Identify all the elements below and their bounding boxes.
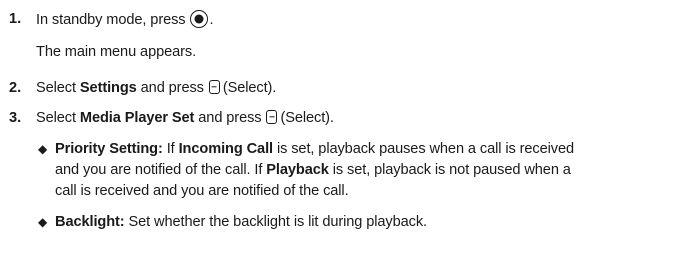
step-2-text: Select Settings and press (Select). bbox=[36, 79, 276, 97]
priority-setting-line-3: call is received and you are notified of… bbox=[55, 182, 349, 200]
bullet-diamond-icon: ◆ bbox=[38, 215, 48, 229]
step-1-text: In standby mode, press . bbox=[36, 10, 214, 29]
center-select-key-icon bbox=[190, 10, 209, 28]
text-run: is set, playback pauses when a call is r… bbox=[272, 141, 574, 157]
left-soft-key-icon bbox=[266, 110, 278, 124]
step-1-pre: In standby mode, press bbox=[36, 12, 190, 28]
text-run: Set whether the backlight is lit during … bbox=[124, 214, 428, 230]
instruction-page: 1. In standby mode, press . The main men… bbox=[0, 0, 685, 253]
priority-setting-term: Priority Setting: bbox=[55, 141, 163, 157]
text-run: call is received and you are notified of… bbox=[55, 183, 349, 199]
step-3-mid: and press bbox=[194, 110, 266, 126]
step-2-mid: and press bbox=[136, 80, 208, 96]
step-1-number: 1. bbox=[9, 11, 22, 27]
step-1-post: . bbox=[209, 12, 214, 28]
priority-setting-line-1: Priority Setting: If Incoming Call is se… bbox=[55, 140, 574, 158]
step-2-post: (Select). bbox=[222, 80, 277, 96]
step-3-post: (Select). bbox=[280, 110, 334, 126]
step-3-menu-item: Media Player Set bbox=[79, 110, 195, 126]
incoming-call-option: Incoming Call bbox=[178, 141, 273, 157]
step-3-pre: Select bbox=[36, 110, 80, 126]
step-1-followup: The main menu appears. bbox=[36, 44, 197, 60]
step-3-number: 3. bbox=[9, 110, 22, 126]
bullet-diamond-icon: ◆ bbox=[38, 142, 48, 156]
priority-setting-line-2: and you are notified of the call. If Pla… bbox=[55, 161, 571, 179]
playback-option: Playback bbox=[266, 162, 329, 178]
text-run: is set, playback is not paused when a bbox=[328, 162, 571, 178]
step-3-text: Select Media Player Set and press (Selec… bbox=[36, 109, 334, 127]
left-soft-key-icon bbox=[208, 80, 220, 94]
step-2-menu-item: Settings bbox=[79, 80, 137, 96]
text-run: and you are notified of the call. If bbox=[55, 162, 267, 178]
text-run: If bbox=[162, 141, 179, 157]
step-2-pre: Select bbox=[36, 80, 80, 96]
backlight-term: Backlight: bbox=[55, 214, 125, 230]
backlight-line: Backlight: Set whether the backlight is … bbox=[55, 213, 427, 231]
step-2-number: 2. bbox=[9, 80, 22, 96]
